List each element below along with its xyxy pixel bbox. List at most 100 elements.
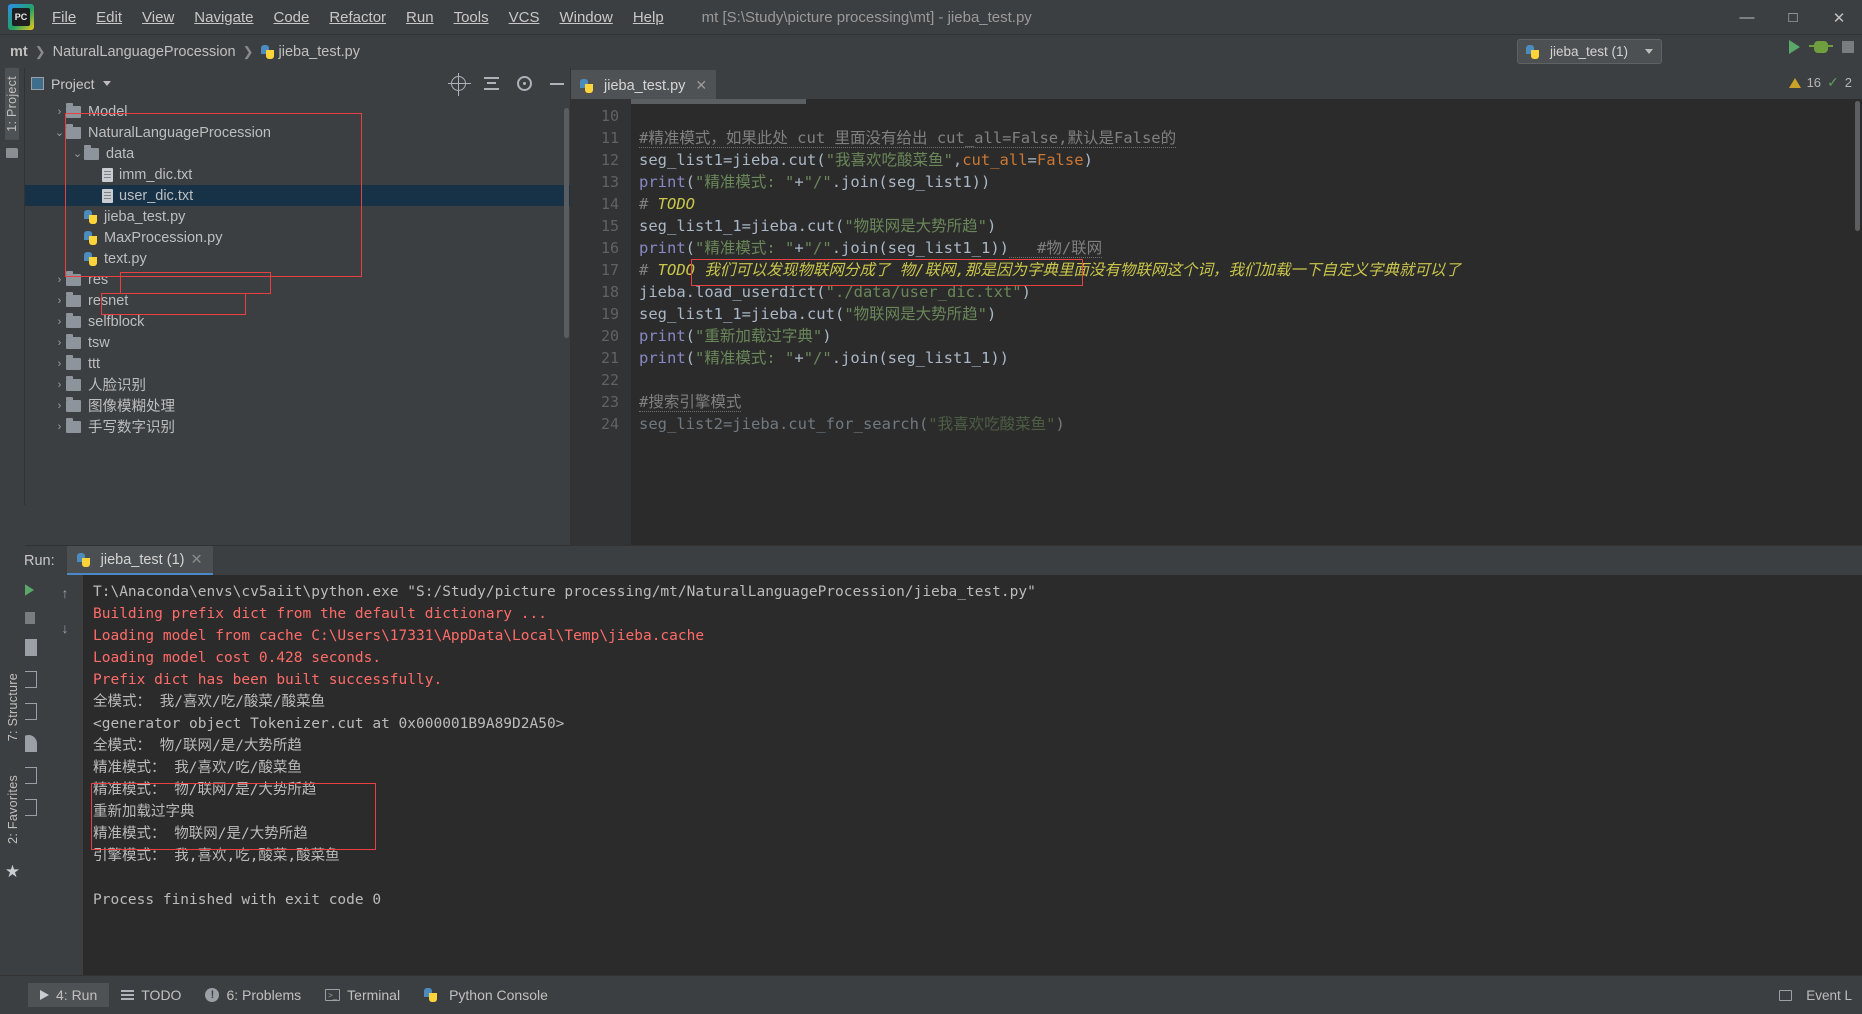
gear-icon[interactable]: [517, 76, 532, 91]
menu-edit[interactable]: Edit: [86, 5, 132, 30]
tree-row-label: Model: [88, 103, 128, 120]
tree-row[interactable]: user_dic.txt: [25, 185, 570, 206]
chevron-down-icon[interactable]: ⌄: [53, 126, 66, 139]
breadcrumb-item-folder[interactable]: NaturalLanguageProcession: [53, 44, 236, 60]
console-output[interactable]: T:\Anaconda\envs\cv5aiit\python.exe "S:/…: [83, 575, 1862, 975]
chevron-right-icon[interactable]: ›: [53, 274, 66, 286]
tree-row-label: selfblock: [88, 313, 145, 330]
tree-row[interactable]: › resnet: [25, 290, 570, 311]
chevron-right-icon[interactable]: ›: [53, 358, 66, 370]
event-log-label[interactable]: Event L: [1806, 988, 1852, 1003]
status-item-problems-label: 6: Problems: [226, 987, 302, 1003]
chevron-right-icon-2: ❯: [242, 43, 254, 59]
chevron-right-icon[interactable]: ›: [53, 106, 66, 118]
chevron-right-icon[interactable]: ›: [53, 316, 66, 328]
favorites-star-icon[interactable]: ★: [5, 862, 20, 882]
scroll-from-source-icon[interactable]: [448, 73, 471, 96]
code-editor[interactable]: 10 11 12 13 14 15 16 17 18 19 20 21 22 23 24 #精准模式，如果此…: [571, 99, 1862, 545]
menu-run[interactable]: Run: [396, 5, 444, 30]
tree-row[interactable]: jieba_test.py: [25, 206, 570, 227]
tree-row[interactable]: › Model: [25, 101, 570, 122]
project-tree-scrollbar[interactable]: [564, 108, 569, 338]
tree-row[interactable]: ⌄ NaturalLanguageProcession: [25, 122, 570, 143]
folder-icon: [66, 375, 81, 391]
menu-help[interactable]: Help: [623, 5, 674, 30]
chevron-right-icon[interactable]: ›: [53, 421, 66, 433]
close-icon[interactable]: ✕: [695, 77, 707, 94]
tree-row[interactable]: MaxProcession.py: [25, 227, 570, 248]
console-line: Prefix dict has been built successfully.: [93, 672, 443, 688]
python-tab-icon: [580, 78, 593, 93]
menu-view[interactable]: View: [132, 5, 184, 30]
chevron-right-icon[interactable]: ›: [53, 400, 66, 412]
close-button[interactable]: ✕: [1816, 0, 1862, 35]
sidebar-item-favorites[interactable]: 2: Favorites: [6, 767, 20, 852]
menu-refactor[interactable]: Refactor: [319, 5, 396, 30]
tree-row[interactable]: › 图像模糊处理: [25, 395, 570, 416]
tree-row[interactable]: › 人脸识别: [25, 374, 570, 395]
chevron-right-icon[interactable]: ›: [53, 379, 66, 391]
code-line-24: seg_list2=jieba.cut_for_search("我喜欢吃酸菜鱼"…: [639, 415, 1065, 433]
chevron-right-icon: ❯: [34, 43, 46, 59]
menu-navigate[interactable]: Navigate: [184, 5, 263, 30]
collapse-all-icon[interactable]: [484, 77, 499, 90]
menu-file[interactable]: File: [42, 5, 86, 30]
chevron-right-icon[interactable]: ›: [53, 295, 66, 307]
stop-button[interactable]: [1842, 41, 1854, 53]
run-panel-header: Run: jieba_test (1) ✕: [0, 546, 1862, 575]
project-view-chevron-down-icon[interactable]: [102, 81, 111, 86]
menu-window[interactable]: Window: [549, 5, 622, 30]
project-tree[interactable]: › Model ⌄ NaturalLanguageProcession ⌄ data imm…: [25, 99, 570, 545]
breadcrumb-item-project[interactable]: mt: [10, 44, 28, 60]
status-item-python-console[interactable]: Python Console: [412, 983, 560, 1007]
annotation-box-console: [91, 783, 376, 850]
run-button[interactable]: [1789, 40, 1800, 54]
status-item-problems[interactable]: ! 6: Problems: [193, 983, 313, 1007]
menu-vcs[interactable]: VCS: [499, 5, 550, 30]
maximize-button[interactable]: □: [1770, 0, 1816, 35]
sidebar-item-structure[interactable]: 7: Structure: [6, 665, 20, 749]
run-tab-close-icon[interactable]: ✕: [190, 552, 202, 568]
sidebar-item-project[interactable]: 1: Project: [5, 68, 19, 140]
tree-row[interactable]: › ttt: [25, 353, 570, 374]
run-tab-jieba-test[interactable]: jieba_test (1) ✕: [66, 546, 213, 575]
editor-horizontal-scrollbar[interactable]: [631, 99, 806, 104]
code-line-13: print("精准模式: "+"/".join(seg_list1)): [639, 173, 991, 191]
down-arrow-icon[interactable]: ↓: [62, 620, 79, 637]
status-item-terminal[interactable]: >_ Terminal: [313, 983, 412, 1007]
editor-tab-jieba-test[interactable]: jieba_test.py ✕: [571, 70, 717, 99]
project-panel-title: Project: [51, 75, 95, 92]
python-run-tab-icon: [76, 552, 90, 567]
breadcrumb-item-file[interactable]: jieba_test.py: [279, 44, 360, 60]
console-line: Building prefix dict from the default di…: [93, 606, 547, 622]
status-item-todo[interactable]: TODO: [109, 983, 193, 1007]
tree-row[interactable]: › 手写数字识别: [25, 416, 570, 437]
menu-tools[interactable]: Tools: [444, 5, 499, 30]
chevron-right-icon[interactable]: ›: [53, 337, 66, 349]
text-file-icon: [102, 188, 113, 203]
editor-vertical-scrollbar[interactable]: [1855, 101, 1860, 231]
hide-panel-icon[interactable]: [550, 82, 564, 85]
line-number: 23: [600, 393, 619, 411]
inspection-widget[interactable]: 16 ✓ 2: [1788, 74, 1852, 91]
status-bar-right: Event L: [1779, 988, 1852, 1003]
menu-help-label: Help: [632, 8, 664, 26]
minimize-button[interactable]: —: [1724, 0, 1770, 35]
menu-code[interactable]: Code: [263, 5, 319, 30]
tree-row[interactable]: › tsw: [25, 332, 570, 353]
up-arrow-icon[interactable]: ↑: [62, 585, 79, 602]
tree-row[interactable]: ⌄ data: [25, 143, 570, 164]
run-configuration-selector[interactable]: jieba_test (1): [1517, 39, 1662, 64]
folder-icon: [66, 312, 81, 328]
tree-row[interactable]: imm_dic.txt: [25, 164, 570, 185]
tree-row[interactable]: › selfblock: [25, 311, 570, 332]
structure-stripe-icon[interactable]: [6, 147, 18, 158]
chevron-down-icon[interactable]: ⌄: [71, 147, 84, 160]
status-item-run[interactable]: 4: Run: [28, 983, 110, 1007]
tree-row[interactable]: text.py: [25, 248, 570, 269]
code-content[interactable]: #精准模式，如果此处 cut 里面没有给出 cut_all=False,默认是F…: [631, 99, 1862, 545]
window-controls: — □ ✕: [1724, 0, 1862, 35]
tree-row[interactable]: › res: [25, 269, 570, 290]
debug-button[interactable]: [1809, 41, 1833, 53]
